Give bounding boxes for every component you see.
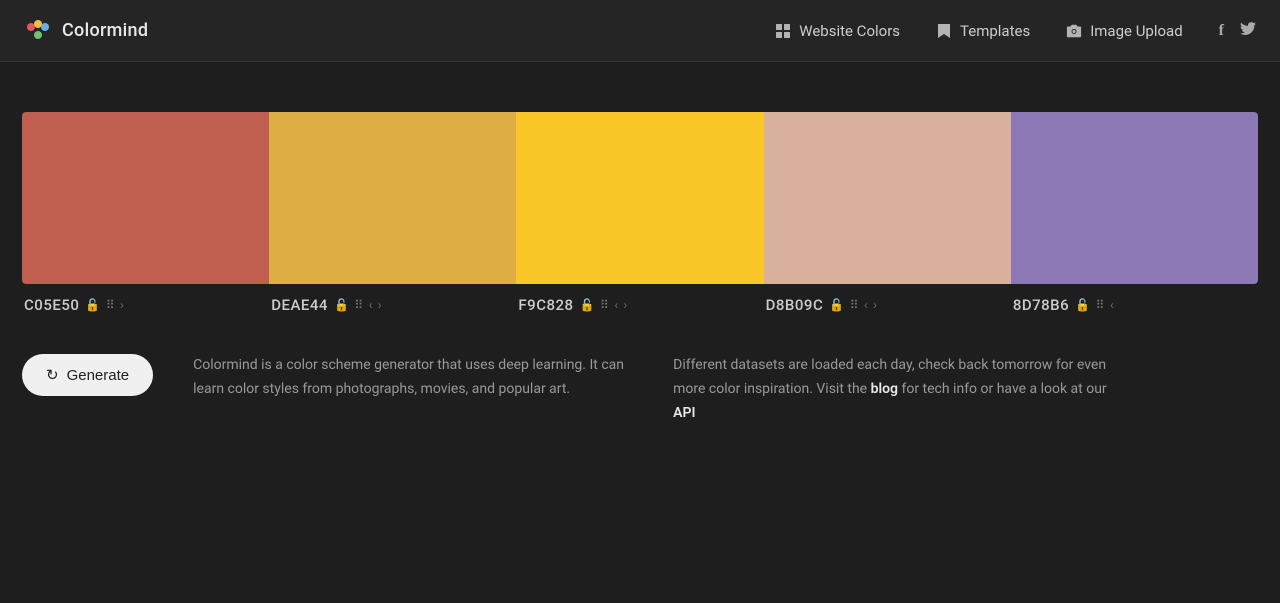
label-actions-1: 🔓 ⠿ ›	[85, 298, 124, 312]
brand[interactable]: Colormind	[24, 17, 148, 45]
swatch-3	[516, 112, 763, 284]
lock-icon-5[interactable]: 🔓	[1075, 298, 1090, 312]
templates-label: Templates	[960, 22, 1030, 40]
hex-value-5: 8D78B6	[1013, 296, 1069, 314]
facebook-icon[interactable]: f	[1219, 22, 1224, 40]
nav-website-colors[interactable]: Website Colors	[775, 22, 900, 40]
hex-value-1: C05E50	[24, 296, 79, 314]
refresh-icon: ↻	[46, 366, 59, 384]
color-label-1: C05E50 🔓 ⠿ ›	[22, 284, 269, 326]
color-palette	[22, 112, 1258, 284]
desc-right-middle: for tech info or have a look at our	[898, 381, 1107, 397]
twitter-icon[interactable]	[1240, 21, 1256, 40]
arrow-right-1[interactable]: ›	[120, 298, 124, 312]
nav-templates[interactable]: Templates	[936, 22, 1030, 40]
nav-links: Website Colors Templates Image Upload	[775, 22, 1182, 40]
color-label-4: D8B09C 🔓 ⠿ ‹ ›	[764, 284, 1011, 326]
label-actions-3: 🔓 ⠿ ‹ ›	[580, 298, 628, 312]
nav-image-upload[interactable]: Image Upload	[1066, 22, 1182, 40]
generate-button[interactable]: ↻ Generate	[22, 354, 153, 396]
swatch-1	[22, 112, 269, 284]
description-left: Colormind is a color scheme generator th…	[193, 354, 633, 402]
arrow-left-4[interactable]: ‹	[864, 298, 868, 312]
adjust-icon-2[interactable]: ⠿	[354, 298, 363, 312]
website-colors-label: Website Colors	[799, 22, 900, 40]
label-actions-4: 🔓 ⠿ ‹ ›	[829, 298, 877, 312]
bottom-section: ↻ Generate Colormind is a color scheme g…	[22, 354, 1258, 425]
arrow-left-2[interactable]: ‹	[369, 298, 373, 312]
arrow-right-2[interactable]: ›	[378, 298, 382, 312]
color-label-3: F9C828 🔓 ⠿ ‹ ›	[516, 284, 763, 326]
blog-link[interactable]: blog	[871, 381, 898, 397]
lock-icon-3[interactable]: 🔓	[580, 298, 595, 312]
generate-label: Generate	[67, 367, 130, 384]
arrow-right-4[interactable]: ›	[873, 298, 877, 312]
brand-logo-icon	[24, 17, 52, 45]
color-label-2: DEAE44 🔓 ⠿ ‹ ›	[269, 284, 516, 326]
hex-value-2: DEAE44	[271, 296, 328, 314]
navbar: Colormind Website Colors Templates	[0, 0, 1280, 62]
arrow-left-5[interactable]: ‹	[1110, 298, 1114, 312]
hex-value-3: F9C828	[518, 296, 573, 314]
arrow-left-3[interactable]: ‹	[614, 298, 618, 312]
adjust-icon-3[interactable]: ⠿	[600, 298, 609, 312]
hex-value-4: D8B09C	[766, 296, 824, 314]
lock-icon-4[interactable]: 🔓	[829, 298, 844, 312]
bookmark-icon	[936, 23, 952, 39]
adjust-icon-4[interactable]: ⠿	[850, 298, 859, 312]
swatch-4	[764, 112, 1011, 284]
color-label-5: 8D78B6 🔓 ⠿ ‹	[1011, 284, 1258, 326]
camera-icon	[1066, 23, 1082, 39]
adjust-icon-5[interactable]: ⠿	[1096, 298, 1105, 312]
image-upload-label: Image Upload	[1090, 22, 1182, 40]
grid-icon	[775, 23, 791, 39]
brand-name: Colormind	[62, 20, 148, 41]
palette-labels: C05E50 🔓 ⠿ › DEAE44 🔓 ⠿ ‹ › F9C828 🔓 ⠿	[22, 284, 1258, 326]
swatch-2	[269, 112, 516, 284]
main-content: C05E50 🔓 ⠿ › DEAE44 🔓 ⠿ ‹ › F9C828 🔓 ⠿	[0, 62, 1280, 465]
label-actions-5: 🔓 ⠿ ‹	[1075, 298, 1114, 312]
lock-icon-1[interactable]: 🔓	[85, 298, 100, 312]
lock-icon-2[interactable]: 🔓	[334, 298, 349, 312]
description-right: Different datasets are loaded each day, …	[673, 354, 1113, 425]
nav-social: f	[1219, 21, 1256, 40]
arrow-right-3[interactable]: ›	[624, 298, 628, 312]
swatch-5	[1011, 112, 1258, 284]
label-actions-2: 🔓 ⠿ ‹ ›	[334, 298, 382, 312]
api-link[interactable]: API	[673, 405, 695, 421]
adjust-icon-1[interactable]: ⠿	[106, 298, 115, 312]
